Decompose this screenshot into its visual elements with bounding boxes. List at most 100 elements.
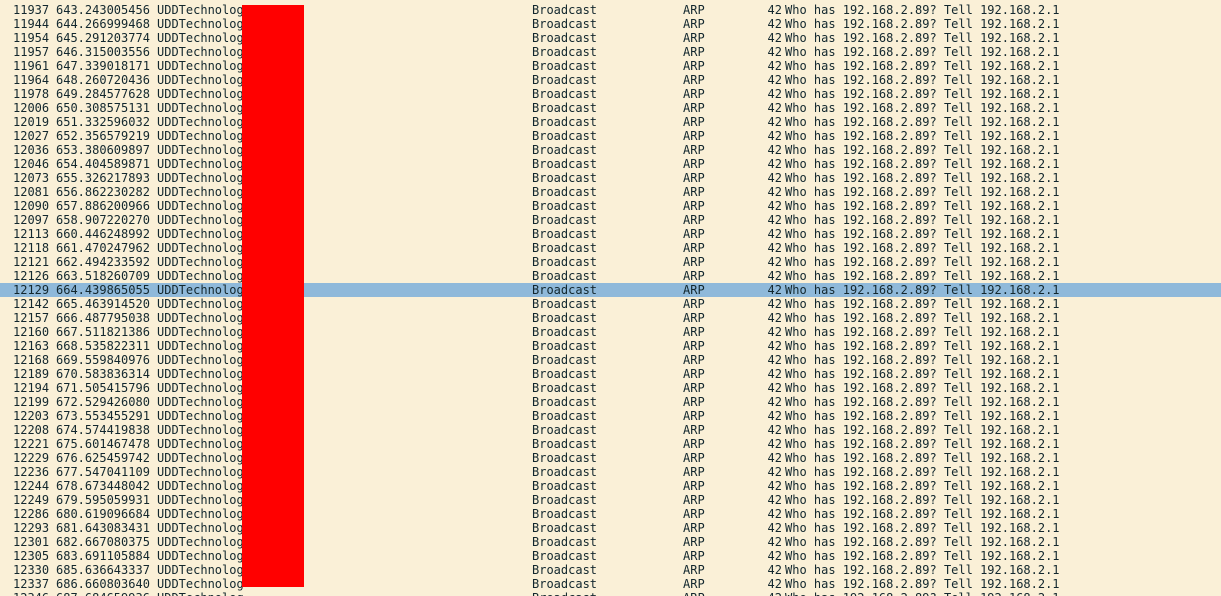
- packet-row[interactable]: 12221 675.601467478 UDDTechnolog Broadca…: [0, 437, 1221, 451]
- packet-number: 12168: [13, 353, 50, 367]
- packet-row[interactable]: 12142 665.463914520 UDDTechnolog Broadca…: [0, 297, 1221, 311]
- packet-row[interactable]: 11978 649.284577628 UDDTechnolog Broadca…: [0, 87, 1221, 101]
- packet-info: Who has 192.168.2.89? Tell 192.168.2.1: [785, 129, 1060, 143]
- packet-destination: Broadcast: [532, 87, 598, 101]
- packet-protocol: ARP: [683, 437, 705, 451]
- packet-row[interactable]: 12121 662.494233592 UDDTechnolog Broadca…: [0, 255, 1221, 269]
- packet-protocol: ARP: [683, 129, 705, 143]
- packet-number: 12203: [13, 409, 50, 423]
- packet-info: Who has 192.168.2.89? Tell 192.168.2.1: [785, 325, 1060, 339]
- packet-destination: Broadcast: [532, 479, 598, 493]
- packet-row[interactable]: 12244 678.673448042 UDDTechnolog Broadca…: [0, 479, 1221, 493]
- packet-list[interactable]: 11937 643.243005456 UDDTechnolog Broadca…: [0, 3, 1221, 596]
- packet-info: Who has 192.168.2.89? Tell 192.168.2.1: [785, 157, 1060, 171]
- packet-row[interactable]: 12305 683.691105884 UDDTechnolog Broadca…: [0, 549, 1221, 563]
- packet-time: 679.595059931: [56, 493, 150, 507]
- packet-row[interactable]: 12199 672.529426080 UDDTechnolog Broadca…: [0, 395, 1221, 409]
- packet-row[interactable]: 11964 648.260720436 UDDTechnolog Broadca…: [0, 73, 1221, 87]
- packet-row[interactable]: 12330 685.636643337 UDDTechnolog Broadca…: [0, 563, 1221, 577]
- packet-number: 11944: [13, 17, 50, 31]
- packet-number: 12189: [13, 367, 50, 381]
- packet-info: Who has 192.168.2.89? Tell 192.168.2.1: [785, 87, 1060, 101]
- packet-row[interactable]: 12090 657.886200966 UDDTechnolog Broadca…: [0, 199, 1221, 213]
- packet-protocol: ARP: [683, 73, 705, 87]
- packet-row[interactable]: 12293 681.643083431 UDDTechnolog Broadca…: [0, 521, 1221, 535]
- packet-info: Who has 192.168.2.89? Tell 192.168.2.1: [785, 171, 1060, 185]
- packet-number: 11954: [13, 31, 50, 45]
- packet-number: 12157: [13, 311, 50, 325]
- packet-protocol: ARP: [683, 409, 705, 423]
- packet-row[interactable]: 12126 663.518260709 UDDTechnolog Broadca…: [0, 269, 1221, 283]
- packet-info: Who has 192.168.2.89? Tell 192.168.2.1: [785, 255, 1060, 269]
- packet-info: Who has 192.168.2.89? Tell 192.168.2.1: [785, 269, 1060, 283]
- packet-number: 12090: [13, 199, 50, 213]
- packet-row[interactable]: 12189 670.583836314 UDDTechnolog Broadca…: [0, 367, 1221, 381]
- packet-protocol: ARP: [683, 339, 705, 353]
- packet-number: 12163: [13, 339, 50, 353]
- packet-row[interactable]: 12081 656.862230282 UDDTechnolog Broadca…: [0, 185, 1221, 199]
- packet-length: 42: [767, 241, 782, 255]
- packet-number: 12330: [13, 563, 50, 577]
- packet-row[interactable]: 12168 669.559840976 UDDTechnolog Broadca…: [0, 353, 1221, 367]
- packet-row[interactable]: 12301 682.667080375 UDDTechnolog Broadca…: [0, 535, 1221, 549]
- packet-length: 42: [767, 45, 782, 59]
- packet-row[interactable]: 11944 644.266999468 UDDTechnolog Broadca…: [0, 17, 1221, 31]
- packet-protocol: ARP: [683, 507, 705, 521]
- packet-time: 649.284577628: [56, 87, 150, 101]
- packet-row-selected[interactable]: 12129 664.439865055 UDDTechnolog Broadca…: [0, 283, 1221, 297]
- packet-row[interactable]: 12346 687.684659936 UDDTechnolog Broadca…: [0, 591, 1221, 596]
- packet-row[interactable]: 12337 686.660803640 UDDTechnolog Broadca…: [0, 577, 1221, 591]
- packet-time: 643.243005456: [56, 3, 150, 17]
- packet-length: 42: [767, 3, 782, 17]
- packet-length: 42: [767, 507, 782, 521]
- packet-length: 42: [767, 493, 782, 507]
- packet-row[interactable]: 11937 643.243005456 UDDTechnolog Broadca…: [0, 3, 1221, 17]
- packet-destination: Broadcast: [532, 157, 598, 171]
- packet-row[interactable]: 12286 680.619096684 UDDTechnolog Broadca…: [0, 507, 1221, 521]
- packet-number: 12229: [13, 451, 50, 465]
- packet-row[interactable]: 12194 671.505415796 UDDTechnolog Broadca…: [0, 381, 1221, 395]
- packet-number: 12337: [13, 577, 50, 591]
- packet-length: 42: [767, 479, 782, 493]
- packet-row[interactable]: 11961 647.339018171 UDDTechnolog Broadca…: [0, 59, 1221, 73]
- packet-length: 42: [767, 101, 782, 115]
- packet-row[interactable]: 12249 679.595059931 UDDTechnolog Broadca…: [0, 493, 1221, 507]
- packet-row[interactable]: 12236 677.547041109 UDDTechnolog Broadca…: [0, 465, 1221, 479]
- packet-row[interactable]: 12036 653.380609897 UDDTechnolog Broadca…: [0, 143, 1221, 157]
- packet-info: Who has 192.168.2.89? Tell 192.168.2.1: [785, 577, 1060, 591]
- packet-number: 12097: [13, 213, 50, 227]
- packet-row[interactable]: 12157 666.487795038 UDDTechnolog Broadca…: [0, 311, 1221, 325]
- packet-row[interactable]: 12160 667.511821386 UDDTechnolog Broadca…: [0, 325, 1221, 339]
- packet-row[interactable]: 12027 652.356579219 UDDTechnolog Broadca…: [0, 129, 1221, 143]
- packet-row[interactable]: 12208 674.574419838 UDDTechnolog Broadca…: [0, 423, 1221, 437]
- packet-destination: Broadcast: [532, 129, 598, 143]
- packet-row[interactable]: 12113 660.446248992 UDDTechnolog Broadca…: [0, 227, 1221, 241]
- packet-number: 12286: [13, 507, 50, 521]
- packet-info: Who has 192.168.2.89? Tell 192.168.2.1: [785, 115, 1060, 129]
- packet-destination: Broadcast: [532, 143, 598, 157]
- packet-row[interactable]: 12019 651.332596032 UDDTechnolog Broadca…: [0, 115, 1221, 129]
- packet-row[interactable]: 12163 668.535822311 UDDTechnolog Broadca…: [0, 339, 1221, 353]
- packet-row[interactable]: 12118 661.470247962 UDDTechnolog Broadca…: [0, 241, 1221, 255]
- packet-length: 42: [767, 535, 782, 549]
- packet-row[interactable]: 11957 646.315003556 UDDTechnolog Broadca…: [0, 45, 1221, 59]
- packet-time: 644.266999468: [56, 17, 150, 31]
- packet-destination: Broadcast: [532, 423, 598, 437]
- packet-length: 42: [767, 423, 782, 437]
- packet-length: 42: [767, 339, 782, 353]
- packet-row[interactable]: 11954 645.291203774 UDDTechnolog Broadca…: [0, 31, 1221, 45]
- packet-destination: Broadcast: [532, 493, 598, 507]
- packet-row[interactable]: 12046 654.404589871 UDDTechnolog Broadca…: [0, 157, 1221, 171]
- packet-row[interactable]: 12203 673.553455291 UDDTechnolog Broadca…: [0, 409, 1221, 423]
- packet-row[interactable]: 12097 658.907220270 UDDTechnolog Broadca…: [0, 213, 1221, 227]
- packet-number: 12081: [13, 185, 50, 199]
- packet-destination: Broadcast: [532, 3, 598, 17]
- packet-row[interactable]: 12073 655.326217893 UDDTechnolog Broadca…: [0, 171, 1221, 185]
- packet-time: 654.404589871: [56, 157, 150, 171]
- packet-destination: Broadcast: [532, 339, 598, 353]
- packet-number: 11978: [13, 87, 50, 101]
- packet-time: 675.601467478: [56, 437, 150, 451]
- packet-info: Who has 192.168.2.89? Tell 192.168.2.1: [785, 423, 1060, 437]
- packet-row[interactable]: 12006 650.308575131 UDDTechnolog Broadca…: [0, 101, 1221, 115]
- packet-row[interactable]: 12229 676.625459742 UDDTechnolog Broadca…: [0, 451, 1221, 465]
